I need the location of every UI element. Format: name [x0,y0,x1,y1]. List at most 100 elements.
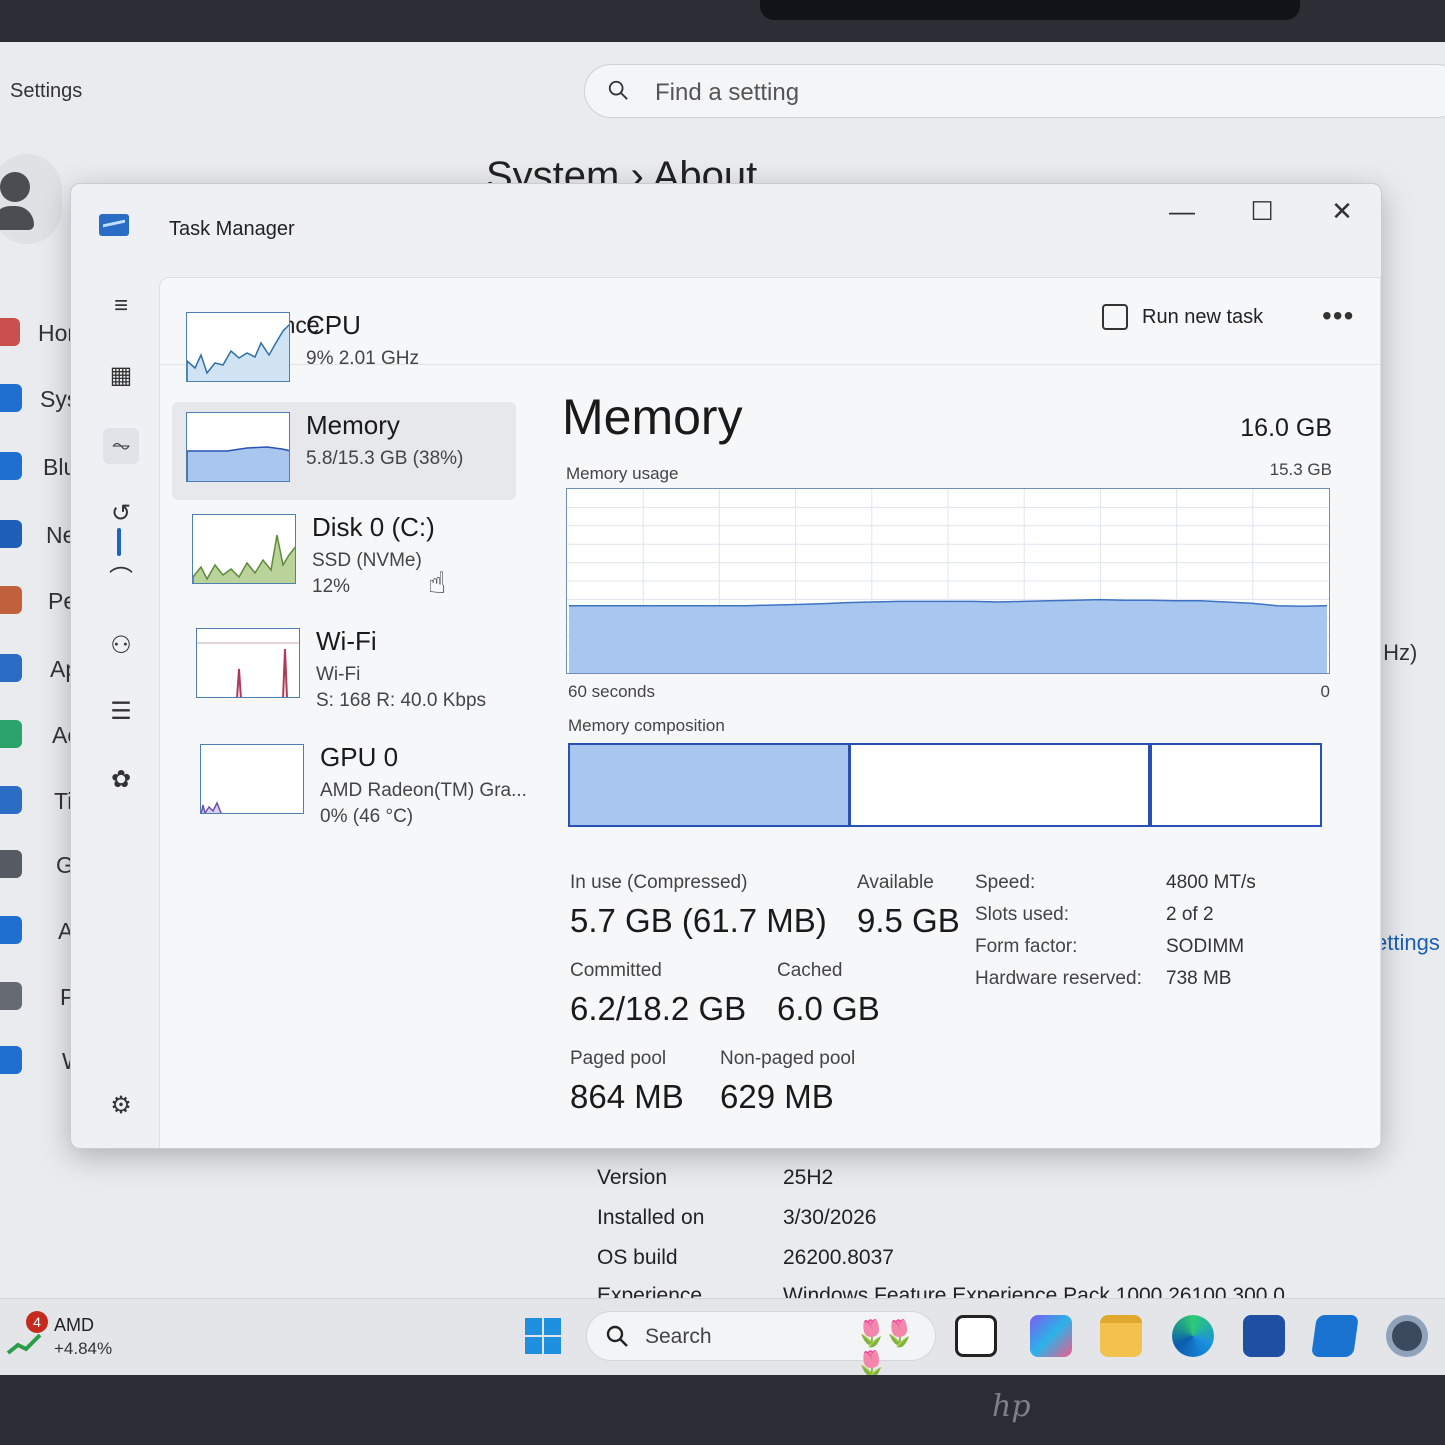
home-icon [0,318,20,346]
graph-x-left-label: 60 seconds [568,682,655,701]
time-icon [0,786,22,814]
minimize-button[interactable]: — [1157,196,1207,227]
more-options-button[interactable]: ••• [1322,300,1354,332]
m365-icon[interactable] [1030,1315,1072,1357]
windows-start-icon[interactable] [524,1317,562,1355]
gaming-icon [0,850,22,878]
performance-page: Performance Run new task ••• CPU9% 2.01 … [159,277,1381,1148]
device-thumbnail-graph [192,514,296,584]
device-name: Memory [306,410,400,440]
outlook-icon[interactable] [1311,1315,1359,1357]
spec-key: Hardware reserved: [975,968,1142,989]
spec-value: 2 of 2 [1166,904,1214,925]
cached-value: 6.0 GB [777,990,880,1027]
terminal-icon[interactable] [955,1315,997,1357]
edge-icon[interactable] [1172,1315,1214,1357]
spec-value: SODIMM [1166,936,1245,957]
tulips-icon: 🌷🌷🌷 [855,1318,916,1375]
hamburger-menu-icon[interactable]: ≡ [103,288,139,324]
composition-standby-boundary [1147,745,1152,825]
about-value: 25H2 [783,1166,834,1189]
about-value: 26200.8037 [783,1246,894,1269]
settings-search-input[interactable]: Find a setting [584,64,1445,118]
maximize-button[interactable]: ☐ [1237,196,1287,227]
details-icon[interactable]: ☰ [103,694,139,730]
device-thumbnail-graph [186,412,290,482]
paged-pool-value: 864 MB [570,1078,684,1115]
about-key: OS build [597,1246,678,1269]
search-icon [608,80,628,100]
memory-heading: Memory [562,389,743,445]
graph-x-right-label: 0 [1320,682,1330,701]
memory-composition-label: Memory composition [568,716,725,735]
accessibility-icon [0,916,22,944]
brush-icon [0,586,22,614]
device-thumbnail-graph [196,628,300,698]
taskbar-search[interactable]: Search 🌷🌷🌷 [586,1311,936,1375]
settings-icon[interactable]: ⚙ [103,1088,139,1124]
device-name: GPU 0 [320,742,399,772]
camera-notch [760,0,1300,20]
store-icon[interactable] [1243,1315,1285,1357]
performance-icon[interactable]: ⏦ [103,428,139,464]
composition-in-use [570,745,852,825]
startup-apps-icon[interactable]: ⌒ [103,562,139,598]
device-name: Wi-Fi [316,626,377,656]
device-line2: 5.8/15.3 GB (38%) [306,448,464,469]
bezel-top [0,0,1445,46]
users-icon[interactable]: ⚇ [103,628,139,664]
device-line2: Wi-Fi [316,664,361,685]
spec-value: 738 MB [1166,968,1232,989]
taskbar: 4 AMD +4.84% Search 🌷🌷🌷 [0,1298,1445,1375]
device-thumbnail-graph [186,312,290,382]
shield-icon [0,982,22,1010]
apps-icon [0,654,22,682]
device-name: CPU [306,310,361,340]
device-thumbnail-graph [200,744,304,814]
trend-up-icon [6,1333,42,1355]
update-icon [0,1046,22,1074]
hp-logo-icon: hp [992,1389,1031,1424]
spec-key: Form factor: [975,936,1078,957]
memory-usage-chart [567,489,1329,673]
run-task-icon [1102,304,1128,330]
in-use-value: 5.7 GB (61.7 MB) [570,902,827,939]
app-history-icon[interactable]: ↺ [103,496,139,532]
notification-badge: 4 [26,1311,48,1333]
selected-indicator [117,528,121,556]
memory-total: 16.0 GB [1240,414,1332,442]
committed-value: 6.2/18.2 GB [570,990,747,1027]
device-memory[interactable]: Memory 5.8/15.3 GB (38%) [172,402,516,500]
settings-app-title: Settings [10,80,83,102]
memory-usage-area [569,599,1327,673]
about-key: Installed on [597,1206,705,1229]
task-manager-window: Task Manager — ☐ ✕ ≡ ▦ ⏦ ↺ ⌒ ⚇ ☰ ✿ ⚙ Per… [70,183,1382,1149]
spec-value: 4800 MT/s [1166,872,1256,893]
device-disk[interactable]: Disk 0 (C:) SSD (NVMe) 12% [178,504,522,602]
non-paged-pool-label: Non-paged pool [720,1048,856,1069]
file-explorer-icon[interactable] [1100,1315,1142,1357]
memory-usage-label: Memory usage [566,464,679,483]
close-button[interactable]: ✕ [1317,196,1367,227]
spec-key: Slots used: [975,904,1069,925]
processes-icon[interactable]: ▦ [103,358,139,394]
run-new-task-label: Run new task [1142,306,1264,328]
device-cpu[interactable]: CPU 9% 2.01 GHz [172,302,516,400]
services-icon[interactable]: ✿ [103,762,139,798]
about-value: 3/30/2026 [783,1206,877,1229]
about-key: Version [597,1166,668,1189]
available-value: 9.5 GB [857,902,960,939]
hand-cursor-icon: ☝ [428,567,447,600]
settings-gear-icon[interactable] [1386,1315,1428,1357]
avatar[interactable] [0,154,62,244]
stock-widget[interactable]: 4 AMD +4.84% [6,1311,146,1365]
stock-change: +4.84% [54,1339,113,1358]
bezel-bottom: hp [0,1375,1445,1445]
device-wifi[interactable]: Wi-Fi Wi-Fi S: 168 R: 40.0 Kbps [182,618,526,716]
non-paged-pool-value: 629 MB [720,1078,834,1115]
cached-label: Cached [777,960,843,981]
taskbar-search-label: Search [645,1325,712,1348]
memory-composition-bar [568,743,1322,827]
device-line3: 0% (46 °C) [320,806,414,827]
device-gpu[interactable]: GPU 0 AMD Radeon(TM) Gra... 0% (46 °C) [186,734,530,832]
